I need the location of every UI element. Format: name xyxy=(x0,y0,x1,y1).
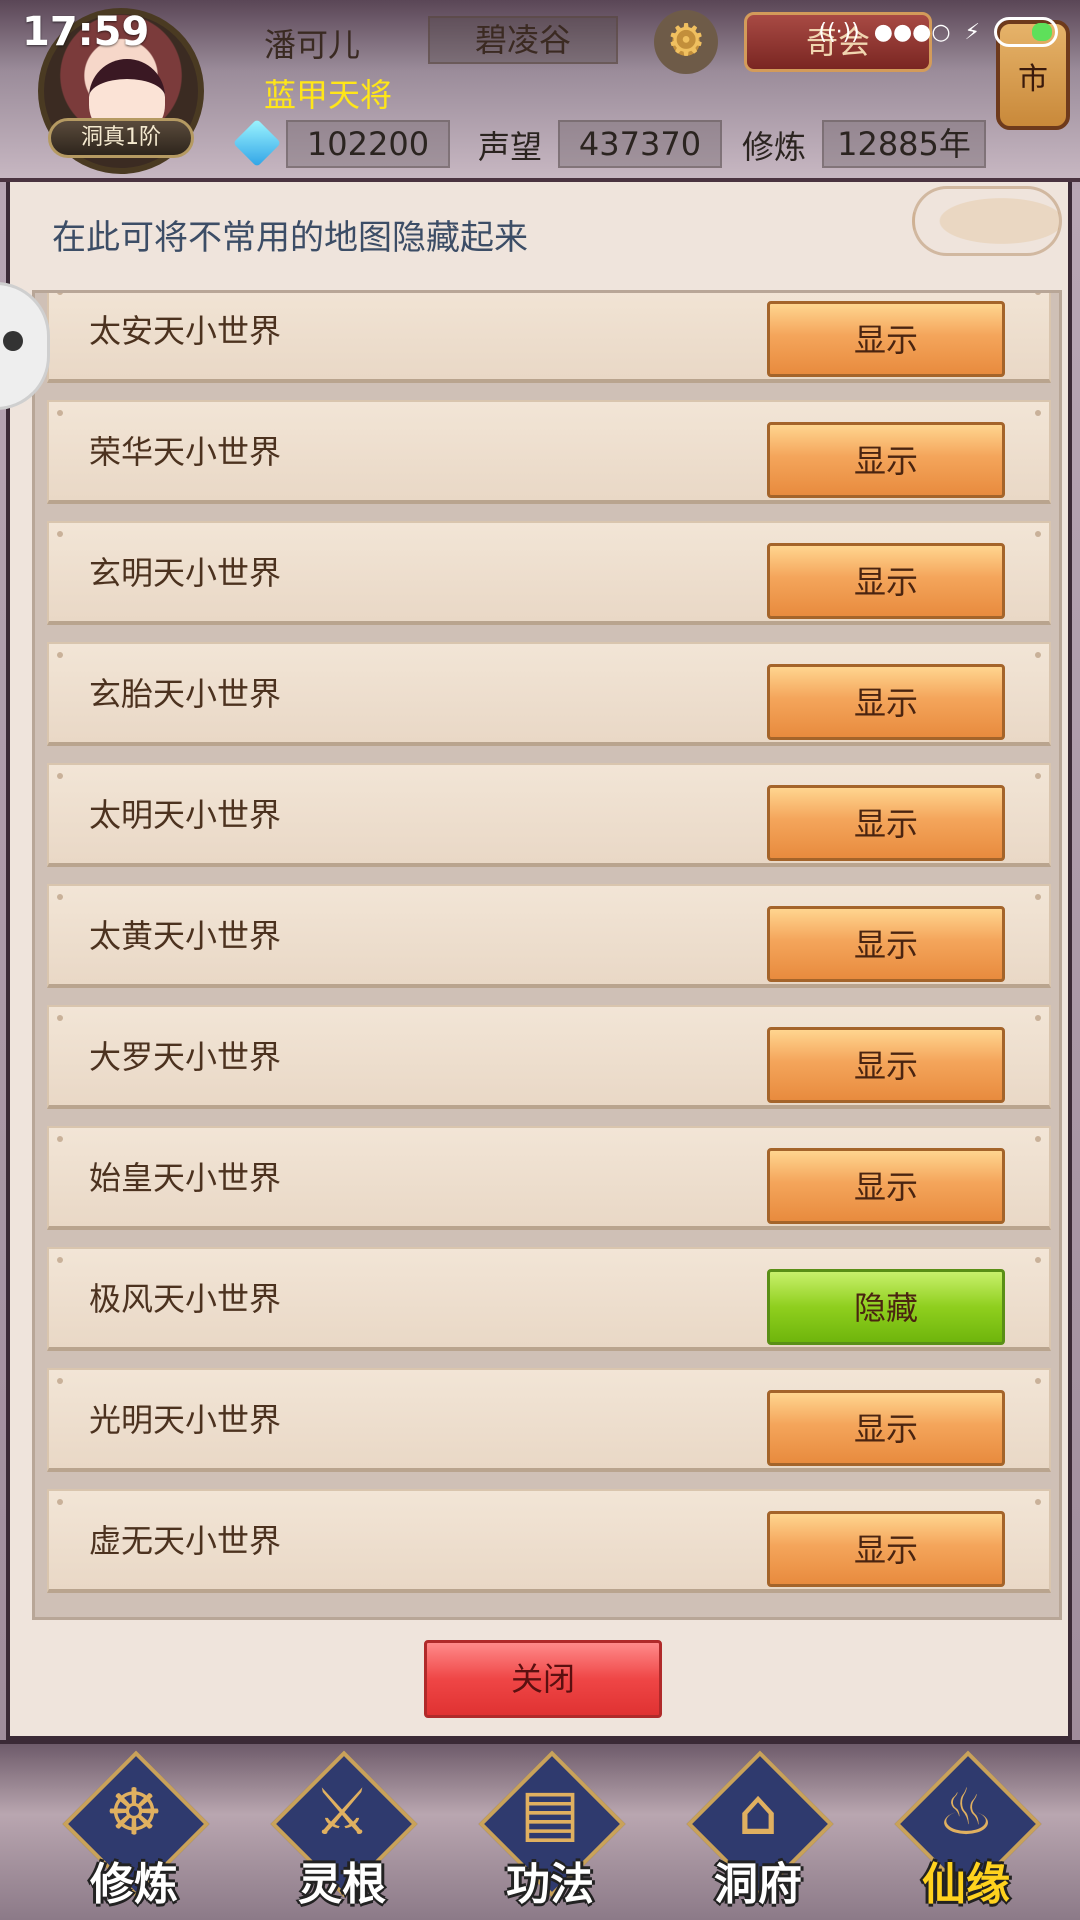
map-list-item: 太明天小世界 显示 xyxy=(47,763,1051,867)
map-list-item: 始皇天小世界 显示 xyxy=(47,1126,1051,1230)
map-name: 虚无天小世界 xyxy=(89,1522,282,1560)
nav-item-1[interactable]: ☸ 修炼 xyxy=(54,1750,214,1916)
battery-icon xyxy=(994,17,1058,47)
map-list-item: 太安天小世界 显示 xyxy=(47,293,1051,383)
charging-icon: ⚡ xyxy=(964,19,980,45)
wifi-icon: ((·)) xyxy=(818,19,860,45)
cultivation-label: 修炼 xyxy=(742,128,807,166)
prestige-value: 437370 xyxy=(558,120,722,168)
map-list-item: 光明天小世界 显示 xyxy=(47,1368,1051,1472)
map-name: 大罗天小世界 xyxy=(89,1038,282,1076)
show-toggle-button[interactable]: 显示 xyxy=(767,906,1005,982)
prestige-label: 声望 xyxy=(478,128,543,166)
map-name: 太安天小世界 xyxy=(89,312,282,350)
nav-label: 灵根 xyxy=(298,1859,386,1910)
map-list-item: 极风天小世界 隐藏 xyxy=(47,1247,1051,1351)
sword-icon: ⚔ xyxy=(313,1776,371,1850)
close-button[interactable]: 关闭 xyxy=(424,1640,662,1718)
map-name: 玄胎天小世界 xyxy=(89,675,282,713)
cloud-ornament-icon xyxy=(912,186,1062,256)
nav-item-3[interactable]: ▤ 功法 xyxy=(470,1750,630,1916)
hide-map-dialog: 在此可将不常用的地图隐藏起来 太安天小世界 显示 荣华天小世界 显示 玄明天小世界 显示玄… xyxy=(6,182,1072,1740)
market-label: 市 xyxy=(1018,62,1048,97)
show-toggle-button[interactable]: 显示 xyxy=(767,1148,1005,1224)
map-list-item: 玄胎天小世界 显示 xyxy=(47,642,1051,746)
show-toggle-button[interactable]: 显示 xyxy=(767,1511,1005,1587)
show-toggle-button[interactable]: 显示 xyxy=(767,1390,1005,1466)
book-icon: ▤ xyxy=(519,1776,581,1850)
nav-label: 功法 xyxy=(506,1859,594,1910)
map-list-item: 荣华天小世界 显示 xyxy=(47,400,1051,504)
map-name: 玄明天小世界 xyxy=(89,554,282,592)
map-list-item: 玄明天小世界 显示 xyxy=(47,521,1051,625)
show-toggle-button[interactable]: 显示 xyxy=(767,664,1005,740)
monk-icon: ☸ xyxy=(105,1776,163,1850)
show-toggle-button[interactable]: 显示 xyxy=(767,543,1005,619)
show-toggle-button[interactable]: 显示 xyxy=(767,422,1005,498)
status-time: 17:59 xyxy=(22,9,150,55)
gourd-icon: ♨ xyxy=(937,1776,995,1850)
map-list-item: 太黄天小世界 显示 xyxy=(47,884,1051,988)
spirit-stone-count: 102200 xyxy=(286,120,450,168)
map-name: 极风天小世界 xyxy=(89,1280,282,1318)
map-list-item: 虚无天小世界 显示 xyxy=(47,1489,1051,1593)
cultivation-value: 12885年 xyxy=(822,120,986,168)
map-list[interactable]: 太安天小世界 显示 荣华天小世界 显示 玄明天小世界 显示 玄胎天小世界 显示 太明天小世界 显示… xyxy=(32,290,1062,1620)
map-list-item: 大罗天小世界 显示 xyxy=(47,1005,1051,1109)
bottom-nav: ☸ 修炼 ⚔ 灵根 ▤ 功法 ⌂ 洞府 ♨ 仙缘 xyxy=(0,1740,1080,1920)
pagoda-icon: ⌂ xyxy=(737,1776,779,1850)
status-bar: 17:59 ((·)) ●●●○ ⚡ xyxy=(0,0,1080,64)
dialog-hint: 在此可将不常用的地图隐藏起来 xyxy=(52,218,528,258)
signal-icon: ●●●○ xyxy=(873,19,951,45)
show-toggle-button[interactable]: 显示 xyxy=(767,301,1005,377)
map-name: 太明天小世界 xyxy=(89,796,282,834)
spirit-stone-icon xyxy=(232,118,282,168)
nav-label: 修炼 xyxy=(90,1859,178,1910)
nav-item-5[interactable]: ♨ 仙缘 xyxy=(886,1750,1046,1916)
player-title: 蓝甲天将 xyxy=(264,76,393,114)
nav-label: 洞府 xyxy=(714,1859,802,1910)
show-toggle-button[interactable]: 显示 xyxy=(767,1027,1005,1103)
map-name: 太黄天小世界 xyxy=(89,917,282,955)
show-toggle-button[interactable]: 显示 xyxy=(767,785,1005,861)
nav-item-2[interactable]: ⚔ 灵根 xyxy=(262,1750,422,1916)
map-name: 荣华天小世界 xyxy=(89,433,282,471)
rank-badge: 洞真1阶 xyxy=(48,118,194,158)
nav-item-4[interactable]: ⌂ 洞府 xyxy=(678,1750,838,1916)
hide-toggle-button[interactable]: 隐藏 xyxy=(767,1269,1005,1345)
status-icons: ((·)) ●●●○ ⚡ xyxy=(818,17,1058,47)
map-name: 始皇天小世界 xyxy=(89,1159,282,1197)
map-name: 光明天小世界 xyxy=(89,1401,282,1439)
nav-label: 仙缘 xyxy=(922,1859,1010,1910)
